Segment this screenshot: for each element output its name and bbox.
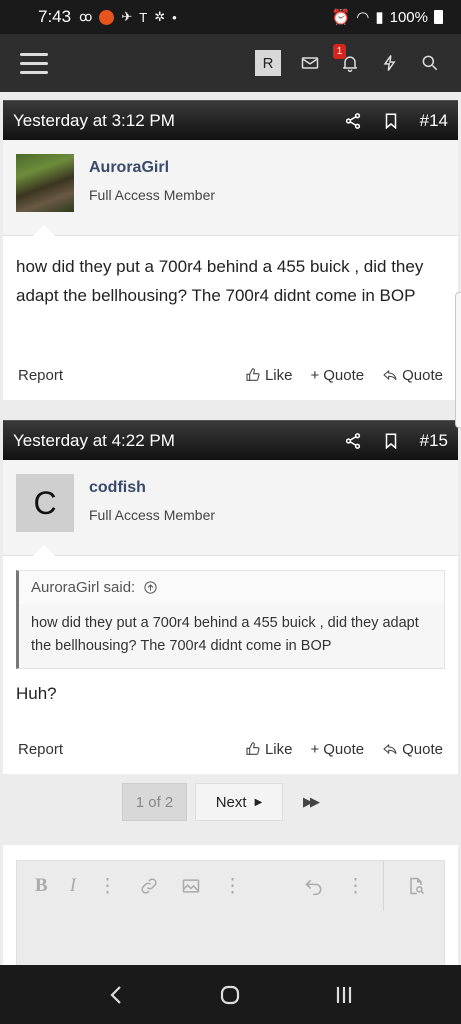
post-actions: Report Like + Quote Quote — [3, 350, 458, 400]
avatar[interactable] — [16, 154, 74, 212]
app-notification-icon: ✲ — [154, 9, 166, 24]
pagination: 1 of 2 Next ▶ ▶▶ — [0, 782, 461, 822]
alarm-icon: ⏰ — [331, 9, 351, 26]
bookmark-icon[interactable] — [382, 112, 400, 130]
quote-block: AuroraGirl said: how did they put a 700r… — [16, 570, 445, 669]
page-indicator[interactable]: 1 of 2 — [122, 783, 187, 821]
thumbs-up-icon — [246, 368, 260, 381]
user-block: AuroraGirl Full Access Member — [3, 140, 458, 236]
alerts-bell-icon[interactable]: 1 — [333, 44, 361, 74]
reply-icon — [383, 369, 397, 381]
multi-quote-button[interactable]: + Quote — [310, 741, 364, 758]
top-navbar: R 1 — [0, 34, 461, 92]
signal-icon: ▮ — [375, 9, 384, 26]
quote-label: Quote — [323, 740, 365, 758]
post-timestamp[interactable]: Yesterday at 4:22 PM — [13, 431, 175, 451]
home-icon[interactable] — [218, 983, 242, 1007]
post-timestamp[interactable]: Yesterday at 3:12 PM — [13, 111, 175, 131]
quote-author: AuroraGirl said: — [31, 579, 136, 596]
more-icon[interactable]: ⋮ — [346, 875, 365, 898]
quote-label: Quote — [402, 366, 443, 384]
recents-icon[interactable] — [332, 983, 356, 1007]
like-button[interactable]: Like — [245, 366, 293, 384]
message-arrow — [32, 224, 56, 236]
chevron-right-icon: ▶ — [254, 796, 263, 808]
message-arrow — [32, 544, 56, 556]
quote-text: how did they put a 700r4 behind a 455 bu… — [31, 615, 419, 654]
username[interactable]: codfish — [89, 479, 215, 497]
post-body: how did they put a 700r4 behind a 455 bu… — [16, 257, 424, 305]
italic-icon[interactable]: I — [70, 875, 76, 897]
username[interactable]: AuroraGirl — [89, 159, 215, 177]
status-time: 7:43 — [38, 7, 72, 26]
share-icon[interactable] — [344, 432, 362, 450]
thumbs-up-icon — [246, 742, 260, 755]
user-title: Full Access Member — [89, 187, 216, 203]
next-label: Next — [215, 793, 247, 811]
battery-level: 100% — [389, 8, 428, 26]
multi-quote-button[interactable]: + Quote — [310, 367, 364, 384]
more-notifications-icon: • — [172, 9, 177, 25]
post-body: Huh? — [16, 684, 57, 703]
last-page-icon[interactable]: ▶▶ — [291, 783, 329, 821]
post-number[interactable]: #15 — [420, 431, 448, 451]
scroll-indicator[interactable] — [455, 292, 461, 428]
whats-new-bolt-icon[interactable] — [379, 52, 401, 74]
quote-label: Quote — [323, 366, 365, 384]
notification-icons: ꝏ ✈ T ✲ • — [79, 9, 177, 25]
like-button[interactable]: Like — [245, 740, 293, 758]
next-page-button[interactable]: Next ▶ — [195, 783, 283, 821]
menu-icon[interactable] — [20, 52, 48, 74]
bookmark-icon[interactable] — [382, 432, 400, 450]
report-button[interactable]: Report — [18, 741, 63, 758]
voicemail-icon: ꝏ — [79, 9, 93, 24]
thread-content: Yesterday at 3:12 PM #14 AuroraGirl Full… — [0, 92, 461, 965]
like-label: Like — [264, 740, 293, 758]
more-icon[interactable]: ⋮ — [98, 875, 117, 898]
share-icon[interactable] — [344, 112, 362, 130]
post-15: Yesterday at 4:22 PM #15 C codfish Full … — [3, 420, 458, 774]
alerts-badge: 1 — [333, 44, 346, 59]
report-button[interactable]: Report — [18, 367, 63, 384]
status-bar: 7:43 ꝏ ✈ T ✲ • ⏰ ◠ ▮ 100% — [0, 0, 461, 34]
plus-icon: + — [310, 740, 320, 758]
preview-icon[interactable] — [406, 876, 426, 896]
inbox-icon[interactable] — [299, 52, 321, 74]
image-icon[interactable] — [181, 876, 201, 896]
toolbar-divider — [383, 861, 384, 911]
tmobile-icon: T — [139, 9, 148, 25]
post-header: Yesterday at 3:12 PM #14 — [3, 100, 458, 140]
app-notification-icon — [99, 9, 115, 25]
back-icon[interactable] — [105, 983, 129, 1007]
avatar[interactable]: C — [16, 474, 74, 532]
link-icon[interactable] — [139, 876, 159, 896]
wifi-icon: ◠ — [356, 9, 370, 26]
app-notification-icon: ✈ — [121, 9, 133, 24]
user-title: Full Access Member — [89, 507, 216, 523]
more-icon[interactable]: ⋮ — [223, 875, 242, 898]
quote-label: Quote — [402, 740, 443, 758]
reply-editor-container: B I ⋮ ⋮ ⋮ — [3, 845, 458, 965]
reply-editor[interactable]: B I ⋮ ⋮ ⋮ — [16, 860, 445, 965]
go-to-quoted-icon[interactable] — [143, 580, 158, 595]
like-label: Like — [264, 366, 293, 384]
bold-icon[interactable]: B — [35, 875, 48, 897]
plus-icon: + — [310, 366, 320, 384]
editor-toolbar: B I ⋮ ⋮ ⋮ — [17, 861, 444, 911]
battery-icon — [434, 10, 443, 24]
post-number[interactable]: #14 — [420, 111, 448, 131]
post-actions: Report Like + Quote Quote — [3, 724, 458, 774]
undo-icon[interactable] — [304, 876, 324, 896]
reply-quote-button[interactable]: Quote — [382, 741, 443, 758]
quote-header[interactable]: AuroraGirl said: — [19, 571, 444, 604]
reply-icon — [383, 743, 397, 755]
search-icon[interactable] — [419, 52, 441, 74]
android-nav-bar — [0, 965, 461, 1024]
post-header: Yesterday at 4:22 PM #15 — [3, 420, 458, 460]
user-block: C codfish Full Access Member — [3, 460, 458, 556]
reply-quote-button[interactable]: Quote — [382, 367, 443, 384]
post-14: Yesterday at 3:12 PM #14 AuroraGirl Full… — [3, 100, 458, 400]
user-avatar[interactable]: R — [255, 50, 281, 76]
